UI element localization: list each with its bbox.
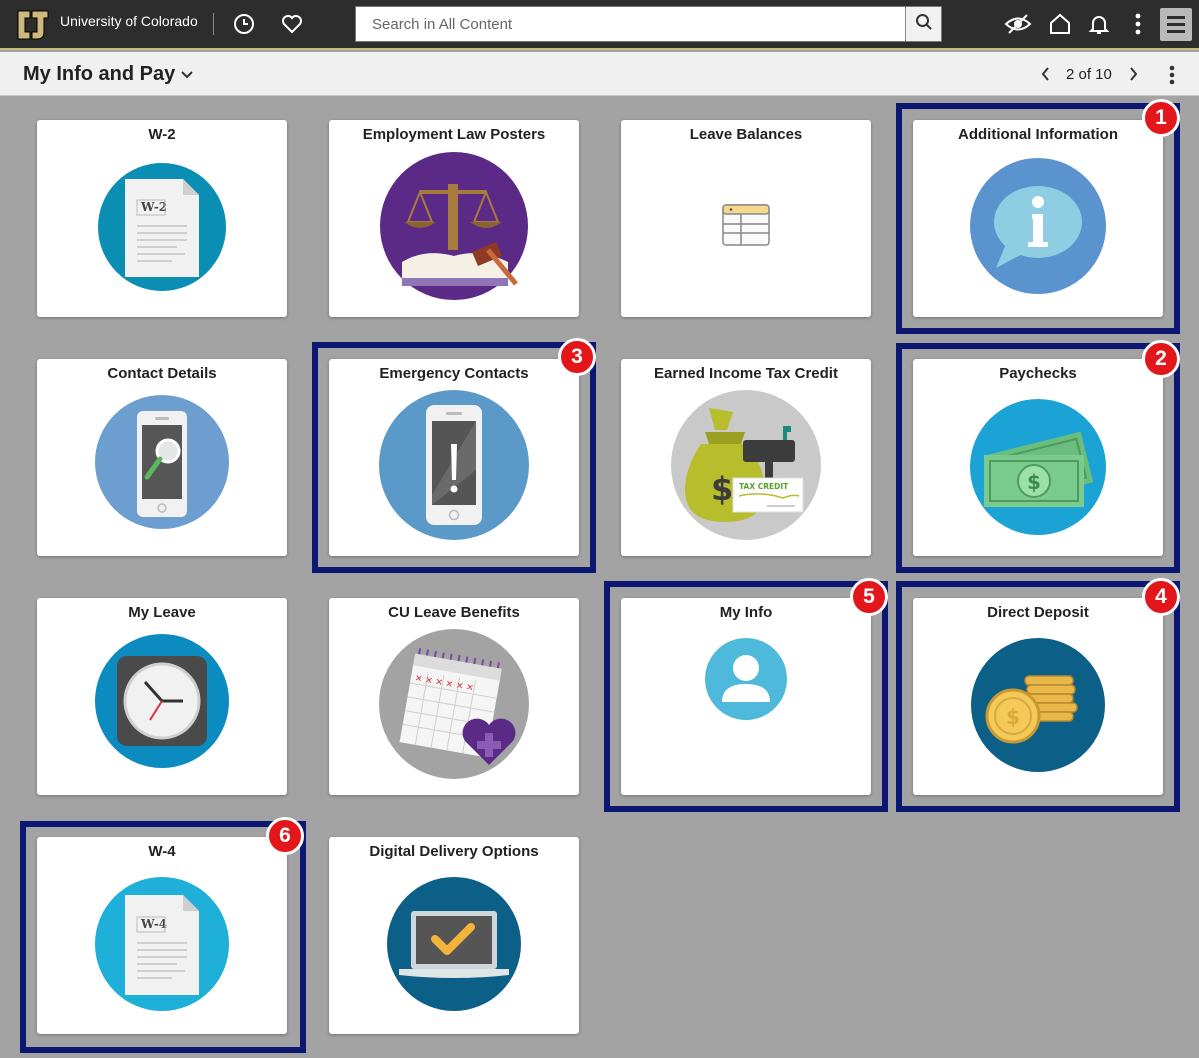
- tile-w2[interactable]: W-2 W-2: [37, 120, 287, 317]
- tile-emergency-contacts[interactable]: Emergency Contacts: [329, 359, 579, 556]
- tile-title: Earned Income Tax Credit: [654, 365, 838, 382]
- tile-earned-income-tax-credit[interactable]: Earned Income Tax Credit $ TAX CREDIT: [621, 359, 871, 556]
- callout-badge-6: 6: [266, 817, 304, 855]
- table-icon: [722, 204, 770, 251]
- tile-additional-information[interactable]: Additional Information: [913, 120, 1163, 317]
- actions-menu-icon[interactable]: [1168, 64, 1176, 91]
- search-icon: [915, 13, 933, 36]
- info-bubble-icon: [970, 158, 1106, 299]
- home-icon[interactable]: [1047, 11, 1073, 37]
- callout-badge-1: 1: [1142, 99, 1180, 137]
- chevron-left-icon[interactable]: [1040, 66, 1052, 87]
- university-name: University of Colorado: [60, 13, 198, 29]
- search-input[interactable]: [356, 7, 906, 41]
- tile-digital-delivery-options[interactable]: Digital Delivery Options: [329, 837, 579, 1034]
- recent-icon[interactable]: [231, 11, 257, 37]
- chevron-right-icon[interactable]: [1127, 66, 1139, 87]
- w2-document-icon: W-2: [97, 162, 227, 297]
- top-navigation-bar: University of Colorado: [0, 0, 1199, 50]
- favorites-icon[interactable]: [279, 11, 305, 37]
- tile-title: Digital Delivery Options: [369, 843, 539, 860]
- laptop-check-icon: [387, 877, 521, 1016]
- notifications-icon[interactable]: [1086, 11, 1112, 37]
- tax-credit-label: TAX CREDIT: [739, 482, 789, 491]
- tile-title: My Leave: [128, 604, 196, 621]
- cu-logo[interactable]: [15, 7, 51, 48]
- svg-text:$: $: [711, 470, 733, 508]
- divider: [213, 13, 214, 35]
- tile-title: My Info: [719, 604, 773, 621]
- tile-leave-balances[interactable]: Leave Balances: [621, 120, 871, 317]
- search-button[interactable]: [905, 7, 941, 41]
- tile-title: Leave Balances: [689, 126, 803, 143]
- tile-my-info[interactable]: My Info: [621, 598, 871, 795]
- calendar-heart-icon: ✕ ✕ ✕ ✕ ✕ ✕: [379, 629, 529, 784]
- tax-credit-icon: $ TAX CREDIT: [671, 390, 821, 545]
- more-icon[interactable]: [1125, 11, 1151, 37]
- page-title[interactable]: My Info and Pay: [23, 63, 175, 86]
- callout-badge-5: 5: [850, 578, 888, 616]
- page-indicator: 2 of 10: [1066, 66, 1112, 83]
- tile-employment-law-posters[interactable]: Employment Law Posters: [329, 120, 579, 317]
- tile-title: Direct Deposit: [987, 604, 1089, 621]
- phone-search-icon: [95, 395, 229, 534]
- tile-title: Paychecks: [999, 365, 1077, 382]
- page-header: My Info and Pay 2 of 10: [0, 52, 1199, 96]
- svg-text:$: $: [1027, 470, 1041, 494]
- doc-label: W-4: [140, 917, 167, 931]
- callout-badge-3: 3: [558, 338, 596, 376]
- cash-icon: $: [970, 399, 1106, 540]
- global-search: [355, 6, 942, 42]
- tile-title: CU Leave Benefits: [388, 604, 520, 621]
- tile-cu-leave-benefits[interactable]: CU Leave Benefits ✕ ✕ ✕ ✕ ✕ ✕: [329, 598, 579, 795]
- chevron-down-icon[interactable]: [180, 67, 194, 85]
- callout-badge-2: 2: [1142, 340, 1180, 378]
- tile-direct-deposit[interactable]: Direct Deposit $: [913, 598, 1163, 795]
- tile-title: Employment Law Posters: [362, 126, 546, 143]
- coins-icon: $: [971, 638, 1105, 777]
- svg-text:$: $: [1006, 705, 1020, 729]
- tile-paychecks[interactable]: Paychecks $: [913, 359, 1163, 556]
- clock-icon: [95, 634, 229, 773]
- user-icon: [705, 638, 787, 725]
- tile-my-leave[interactable]: My Leave: [37, 598, 287, 795]
- tile-title: Contact Details: [107, 365, 217, 382]
- doc-label: W-2: [140, 200, 167, 214]
- callout-badge-4: 4: [1142, 578, 1180, 616]
- tile-contact-details[interactable]: Contact Details: [37, 359, 287, 556]
- tile-title: Additional Information: [958, 126, 1118, 143]
- tile-title: Emergency Contacts: [379, 365, 529, 382]
- navbar-menu-button[interactable]: [1160, 8, 1192, 41]
- phone-alert-icon: [379, 390, 529, 545]
- accessibility-icon[interactable]: [1004, 11, 1032, 37]
- tile-title: W-2: [148, 126, 176, 143]
- scales-of-justice-icon: [380, 152, 528, 305]
- tile-w4[interactable]: W-4 W-4: [37, 837, 287, 1034]
- tile-title: W-4: [148, 843, 176, 860]
- w4-document-icon: W-4: [95, 877, 229, 1016]
